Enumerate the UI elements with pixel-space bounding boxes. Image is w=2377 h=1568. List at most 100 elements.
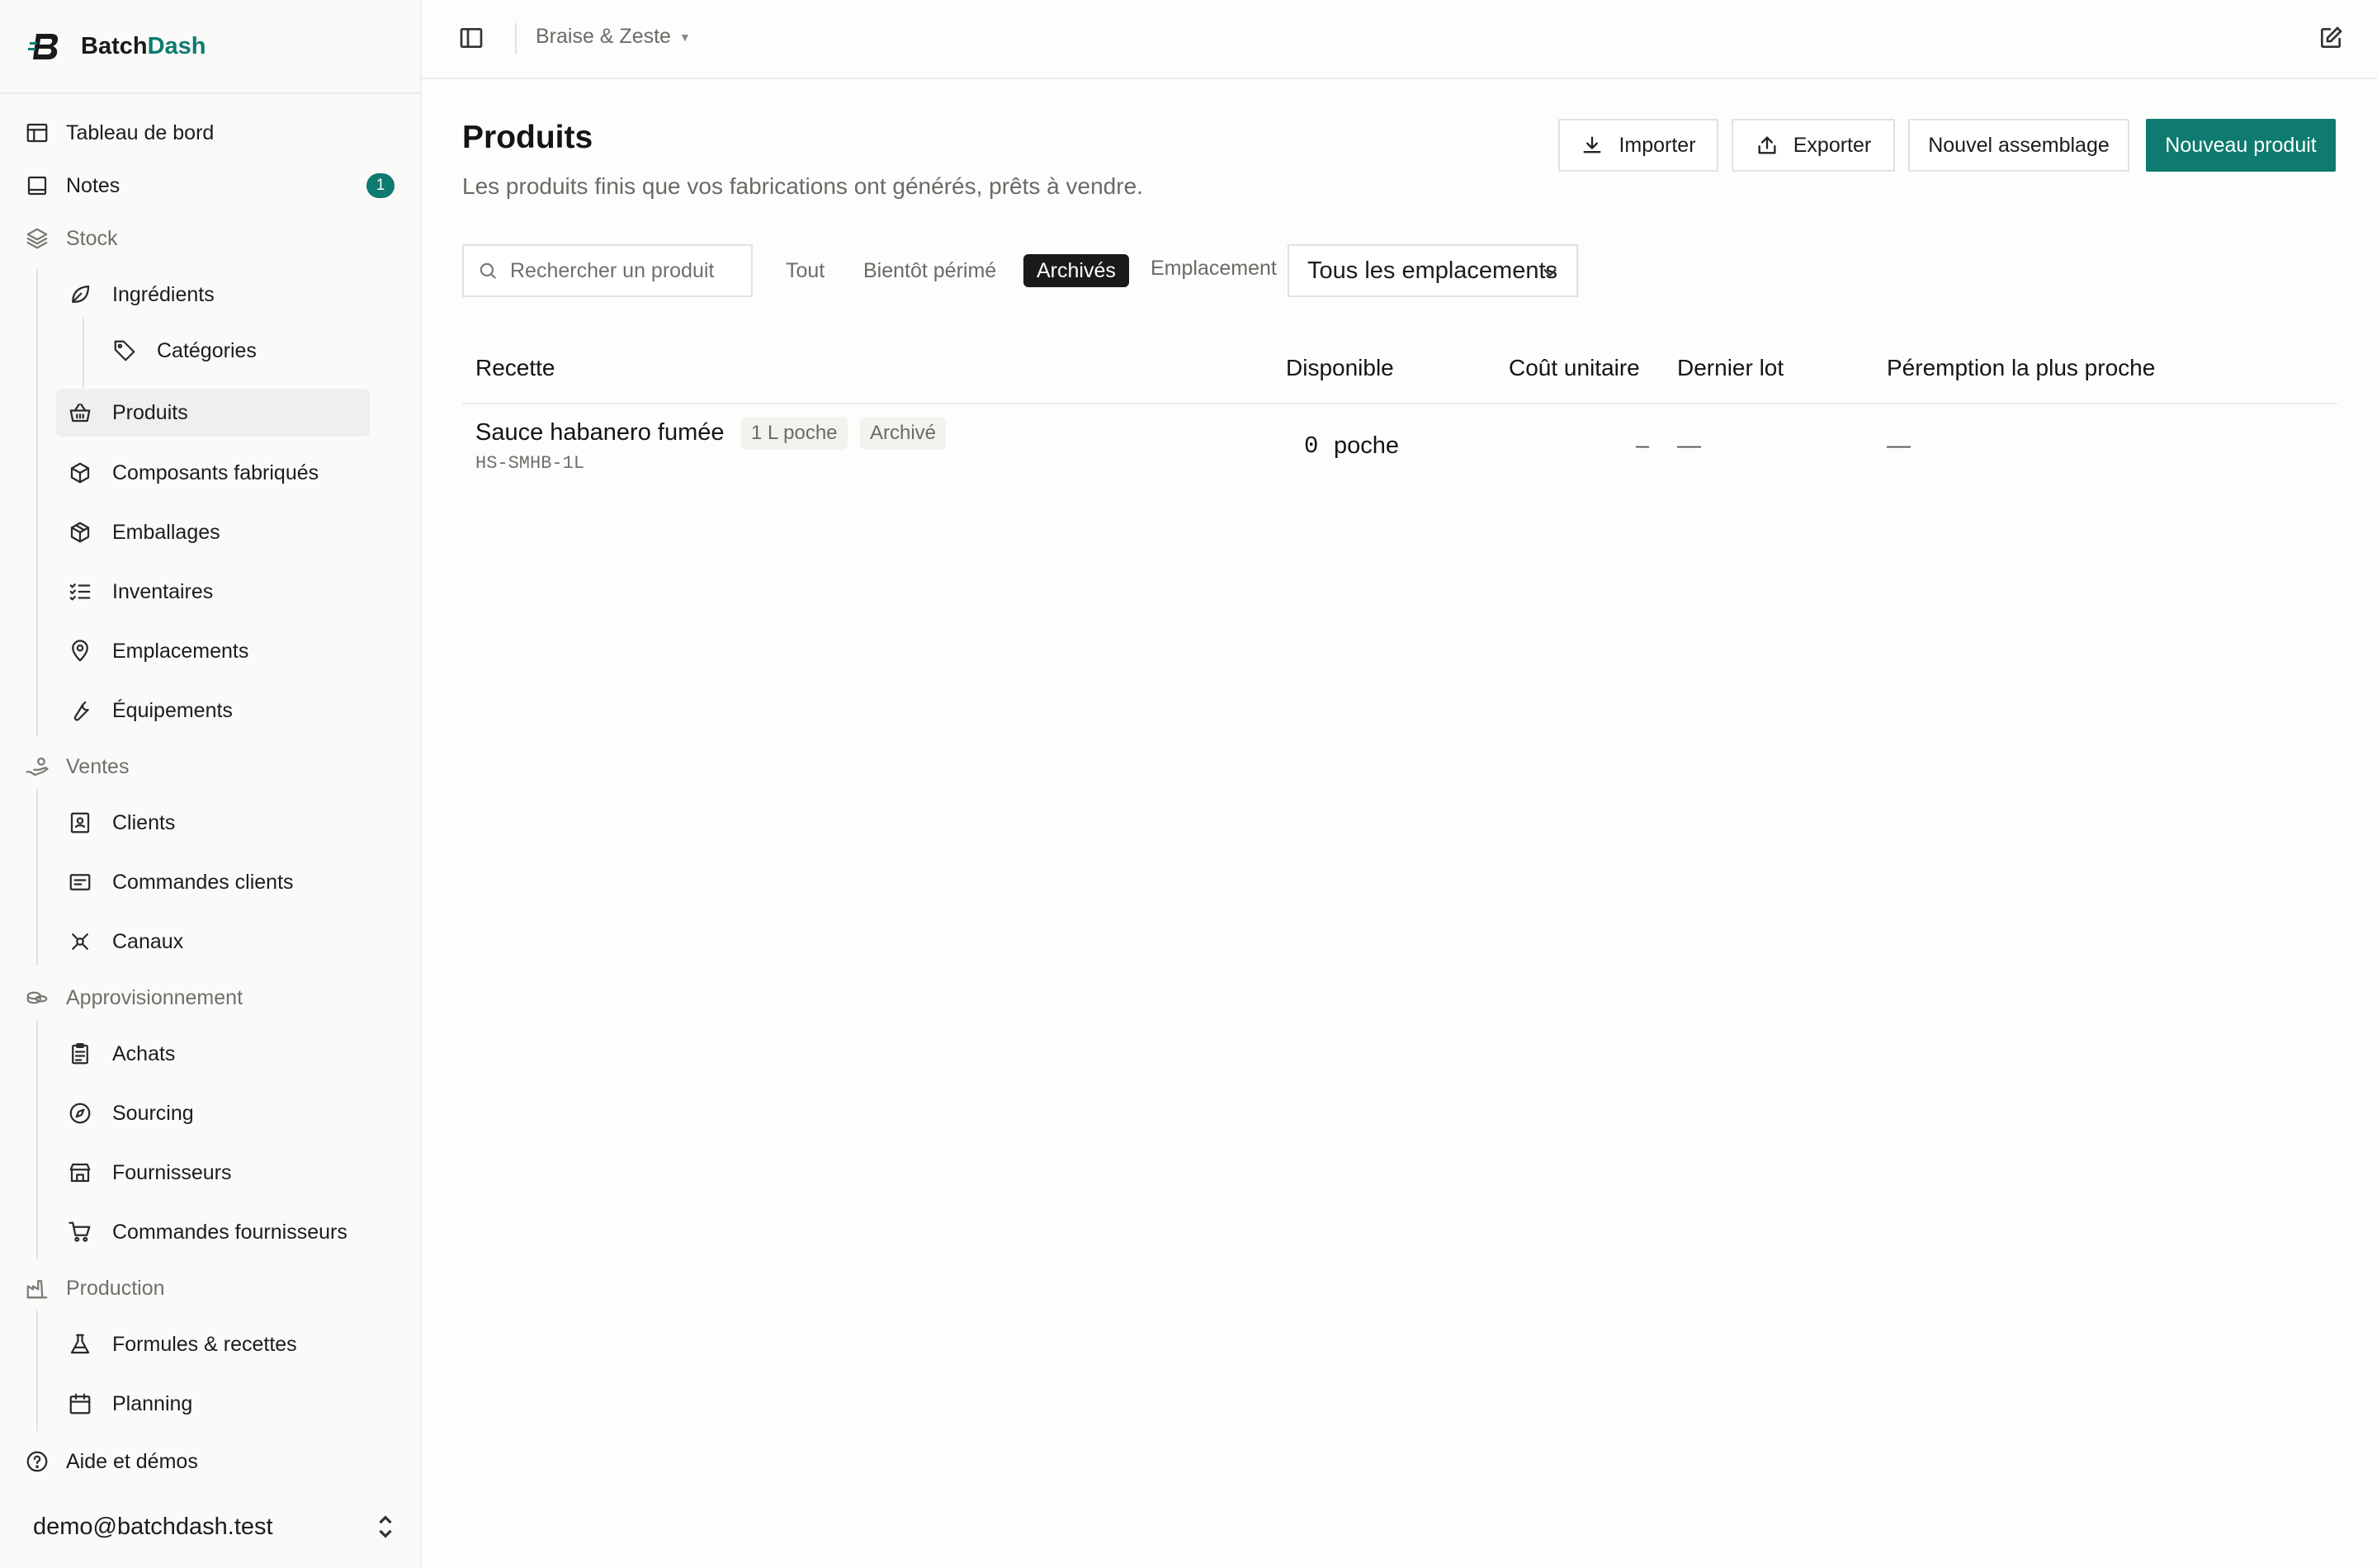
flask-icon xyxy=(68,1332,92,1357)
sidebar-item-emplacements[interactable]: Emplacements xyxy=(68,627,248,675)
search-box[interactable] xyxy=(462,244,753,297)
hand-coins-icon xyxy=(25,754,50,779)
satellite-icon xyxy=(68,929,92,954)
sidebar-item-emballages[interactable]: Emballages xyxy=(68,508,220,556)
sidebar-item-commandes-clients[interactable]: Commandes clients xyxy=(68,858,294,906)
column-header-disponible[interactable]: Disponible xyxy=(1286,355,1394,381)
column-header-recette[interactable]: Recette xyxy=(475,355,555,381)
calendar-icon xyxy=(68,1391,92,1416)
sidebar-item-label: Équipements xyxy=(112,698,233,722)
top-bar: Braise & Zeste ▼ xyxy=(422,0,2377,79)
sidebar-item-label: Achats xyxy=(112,1041,176,1065)
sidebar-item-composants-fabriques[interactable]: Composants fabriqués xyxy=(68,449,319,497)
sidebar-item-categories[interactable]: Catégories xyxy=(112,327,257,375)
map-pin-icon xyxy=(68,639,92,664)
column-header-cout-unitaire[interactable]: Coût unitaire xyxy=(1509,355,1640,381)
last-lot: — xyxy=(1677,432,1701,459)
search-input[interactable] xyxy=(510,258,725,283)
location-select[interactable]: Tous les emplacements xyxy=(1288,244,1578,297)
export-button[interactable]: Exporter xyxy=(1732,119,1895,172)
export-label: Exporter xyxy=(1793,133,1872,157)
new-assembly-label: Nouvel assemblage xyxy=(1928,133,2110,157)
sidebar-item-produits[interactable]: Produits xyxy=(56,389,370,437)
sidebar-item-sourcing[interactable]: Sourcing xyxy=(68,1089,194,1137)
edit-icon xyxy=(2321,26,2342,48)
sidebar-item-label: Commandes fournisseurs xyxy=(112,1220,347,1244)
search-icon xyxy=(480,262,496,279)
chevron-down-icon xyxy=(1538,261,1562,284)
sidebar-item-ingredients[interactable]: Ingrédients xyxy=(68,271,215,319)
sidebar-item-canaux[interactable]: Canaux xyxy=(68,918,183,966)
package-icon xyxy=(68,520,92,545)
sidebar-item-aide-demos[interactable]: Aide et démos xyxy=(25,1438,198,1485)
sidebar-section-ventes[interactable]: Ventes xyxy=(25,743,129,791)
sidebar-toggle-button[interactable] xyxy=(458,25,484,51)
user-menu[interactable]: demo@batchdash.test xyxy=(33,1502,396,1551)
sidebar-item-label: Emballages xyxy=(112,520,220,544)
store-icon xyxy=(68,1160,92,1185)
sidebar-item-fournisseurs[interactable]: Fournisseurs xyxy=(68,1149,232,1197)
chevron-up-down-icon xyxy=(379,1515,392,1538)
panel-left-icon xyxy=(460,28,483,48)
product-name[interactable]: Sauce habanero fumée xyxy=(475,419,725,446)
column-header-peremption[interactable]: Péremption la plus proche xyxy=(1887,355,2155,381)
sidebar-item-label: Emplacements xyxy=(112,639,249,663)
table-header-divider xyxy=(462,403,2337,404)
sidebar-item-equipements[interactable]: Équipements xyxy=(68,687,233,734)
workspace-name: Braise & Zeste xyxy=(536,25,671,48)
leaf-icon xyxy=(68,282,92,307)
new-product-button[interactable]: Nouveau produit xyxy=(2146,119,2336,172)
download-icon xyxy=(1583,136,1601,153)
new-assembly-button[interactable]: Nouvel assemblage xyxy=(1908,119,2129,172)
sidebar: BatchDash Tableau de bord Notes 1 Stock … xyxy=(0,0,422,1568)
sidebar-item-planning[interactable]: Planning xyxy=(68,1380,192,1428)
sidebar-item-inventaires[interactable]: Inventaires xyxy=(68,568,213,616)
sidebar-item-achats[interactable]: Achats xyxy=(68,1030,175,1078)
location-filter-label: Emplacement xyxy=(1151,257,1277,280)
filter-tab-all[interactable]: Tout xyxy=(786,254,825,287)
dashboard-icon xyxy=(25,120,50,145)
sidebar-item-label: Sourcing xyxy=(112,1101,194,1125)
sidebar-item-label: Stock xyxy=(66,226,118,250)
product-sku: HS-SMHB-1L xyxy=(475,453,585,474)
column-header-dernier-lot[interactable]: Dernier lot xyxy=(1677,355,1784,381)
sidebar-item-label: Tableau de bord xyxy=(66,120,215,144)
sidebar-item-notes[interactable]: Notes xyxy=(25,162,120,210)
page-subtitle: Les produits finis que vos fabrications … xyxy=(462,173,1143,199)
factory-icon xyxy=(25,1276,50,1301)
clipboard-icon xyxy=(68,1041,92,1066)
wrench-icon xyxy=(68,698,92,723)
user-email: demo@batchdash.test xyxy=(33,1513,273,1540)
filter-tab-archived[interactable]: Archivés xyxy=(1023,254,1129,287)
sidebar-item-clients[interactable]: Clients xyxy=(68,799,175,847)
basket-icon xyxy=(68,400,92,425)
layers-icon xyxy=(25,226,50,251)
sidebar-item-tableau-de-bord[interactable]: Tableau de bord xyxy=(25,109,214,157)
sidebar-item-commandes-fournisseurs[interactable]: Commandes fournisseurs xyxy=(68,1208,347,1256)
sidebar-item-label: Ingrédients xyxy=(112,282,215,306)
receipt-icon xyxy=(68,870,92,895)
sidebar-item-label: Catégories xyxy=(157,338,257,362)
sidebar-item-label: Commandes clients xyxy=(112,870,294,894)
notes-count-badge: 1 xyxy=(366,173,395,198)
compose-button[interactable] xyxy=(2318,25,2344,51)
sidebar-item-label: Clients xyxy=(112,810,176,834)
brand-name: BatchDash xyxy=(81,32,206,59)
brand[interactable]: BatchDash xyxy=(28,25,206,68)
sidebar-item-label: Aide et démos xyxy=(66,1449,198,1473)
truck-icon xyxy=(25,985,50,1010)
sidebar-section-production[interactable]: Production xyxy=(25,1264,165,1312)
filter-tab-expiring[interactable]: Bientôt périmé xyxy=(863,254,996,287)
import-button[interactable]: Importer xyxy=(1558,119,1718,172)
sidebar-section-approvisionnement[interactable]: Approvisionnement xyxy=(25,974,243,1022)
sidebar-item-formules-recettes[interactable]: Formules & recettes xyxy=(68,1320,297,1368)
sidebar-divider xyxy=(0,92,420,94)
sidebar-item-label: Production xyxy=(66,1276,165,1300)
production-tree-line xyxy=(36,1311,38,1431)
tag-icon xyxy=(112,338,137,363)
sidebar-section-stock[interactable]: Stock xyxy=(25,215,118,262)
sidebar-item-label: Planning xyxy=(112,1391,193,1415)
workspace-switcher[interactable]: Braise & Zeste ▼ xyxy=(536,25,691,49)
ingredients-tree-line xyxy=(83,317,84,388)
status-badge: Archivé xyxy=(860,417,947,450)
